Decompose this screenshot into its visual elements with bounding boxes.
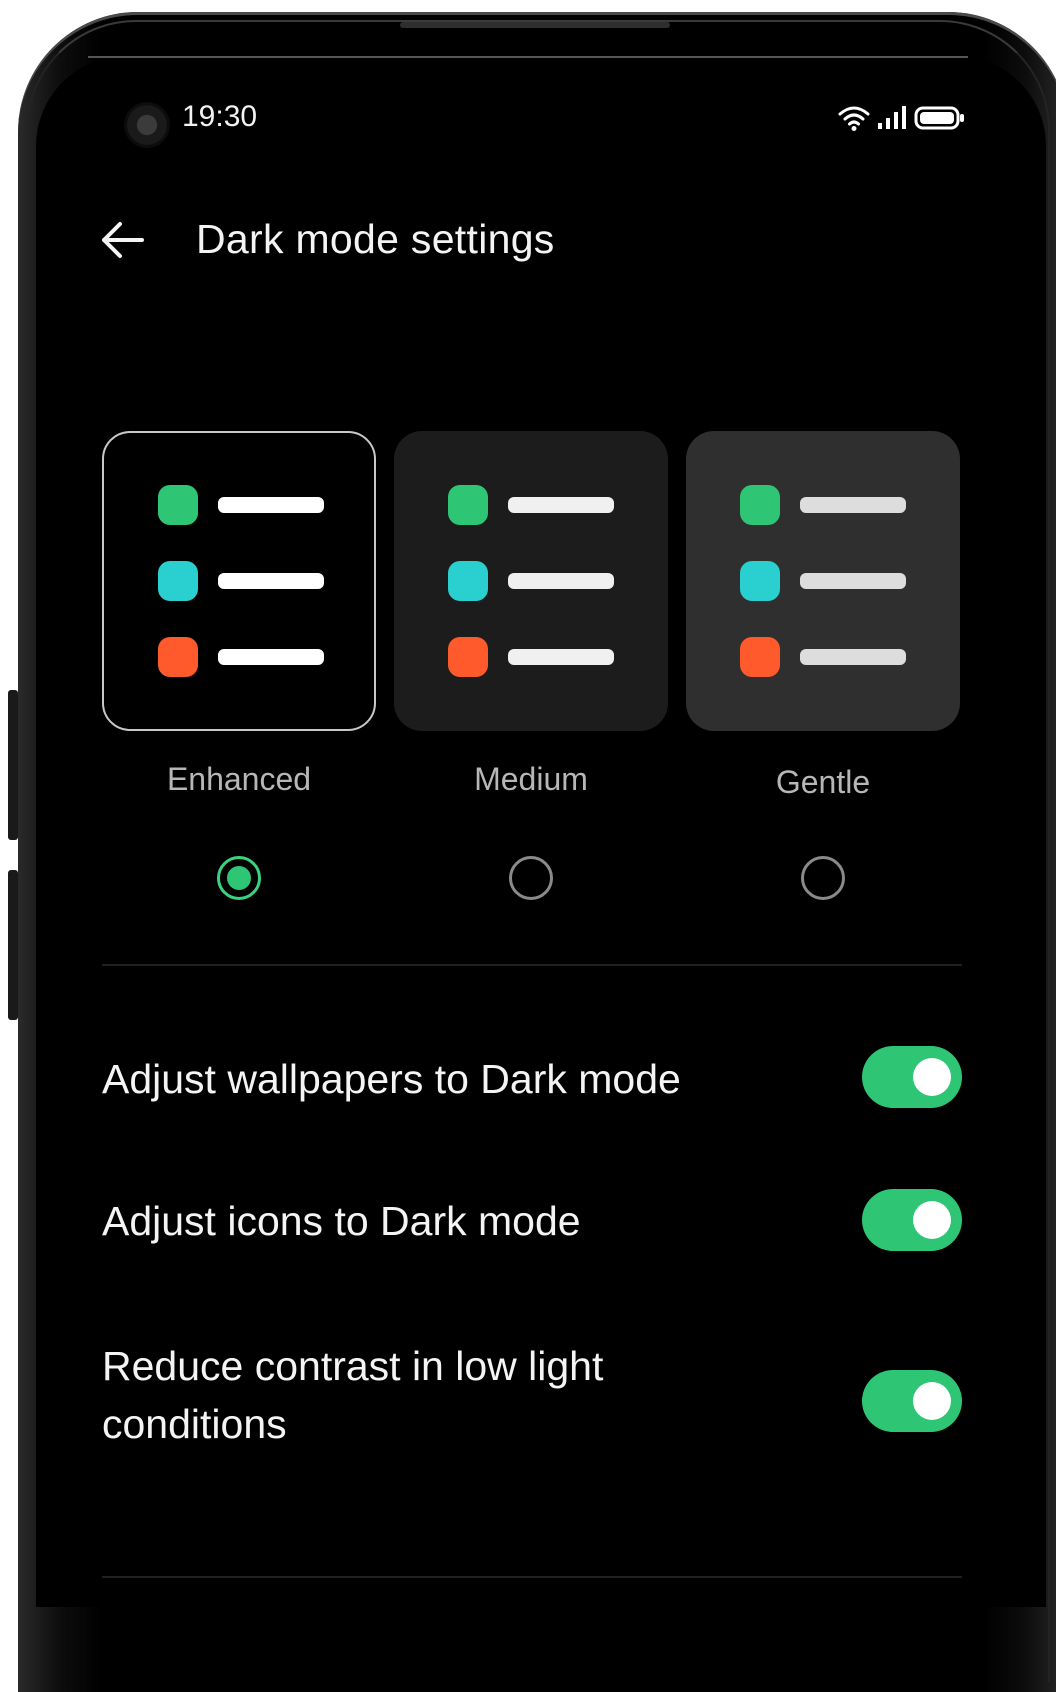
power-button [8, 870, 18, 1020]
theme-card-gentle[interactable] [686, 431, 960, 731]
theme-card-enhanced[interactable] [102, 431, 376, 731]
theme-label-medium: Medium [474, 761, 588, 797]
preview-row [448, 637, 614, 677]
earpiece-speaker [400, 22, 670, 28]
radio-enhanced[interactable] [217, 856, 261, 900]
setting-label-reduce-contrast: Reduce contrast in low light conditions [102, 1343, 604, 1447]
toggle-wallpapers[interactable] [862, 1046, 962, 1108]
toggle-reduce-contrast[interactable] [862, 1370, 962, 1432]
status-time: 19:30 [182, 100, 258, 133]
theme-label-gentle: Gentle [775, 764, 871, 800]
theme-card-medium[interactable] [394, 431, 668, 731]
toggle-icons[interactable] [862, 1189, 962, 1251]
radio-gentle[interactable] [801, 856, 845, 900]
front-camera-icon [124, 102, 170, 148]
preview-row [448, 561, 614, 601]
volume-button [8, 690, 18, 840]
preview-row [158, 485, 324, 525]
setting-label-wallpapers: Adjust wallpapers to Dark mode [102, 1056, 681, 1102]
preview-row [158, 637, 324, 677]
setting-label-icons: Adjust icons to Dark mode [102, 1198, 581, 1244]
preview-row [740, 561, 906, 601]
radio-medium[interactable] [509, 856, 553, 900]
screen: 19:30 Dark mode settings Enhanced Medium… [36, 56, 1046, 1607]
screen-edge [88, 56, 968, 58]
preview-row [740, 637, 906, 677]
signal-icon [876, 104, 908, 137]
theme-label-enhanced: Enhanced [166, 761, 312, 797]
preview-row [158, 561, 324, 601]
page-title: Dark mode settings [196, 216, 555, 262]
battery-icon [914, 104, 966, 137]
divider [102, 1576, 962, 1578]
preview-row [740, 485, 906, 525]
wifi-icon [838, 104, 870, 137]
arrow-left-icon [102, 222, 144, 258]
back-button[interactable] [96, 218, 152, 262]
divider [102, 964, 962, 966]
status-icons [838, 104, 966, 137]
preview-row [448, 485, 614, 525]
